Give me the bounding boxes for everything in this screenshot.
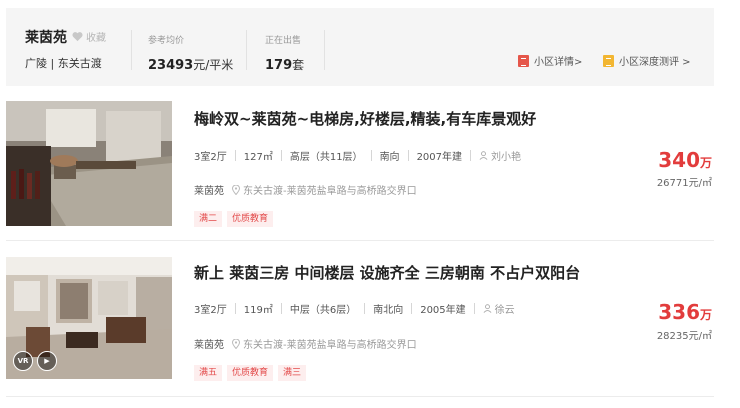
- listing-address: 东关古渡-莱茵苑盐阜路与高桥路交界口: [243, 340, 417, 351]
- listing-tags: 满二 优质教育: [194, 211, 274, 227]
- listing-specs: 3室2厅 127㎡ 高层（共11层） 南向 2007年建 刘小艳: [194, 148, 529, 163]
- listing-community[interactable]: 莱茵苑: [194, 182, 224, 197]
- community-detail-link[interactable]: 小区详情>: [518, 53, 582, 68]
- tag: 满三: [278, 365, 307, 381]
- media-badges: VR ▶: [13, 351, 57, 371]
- favorite-label: 收藏: [86, 33, 106, 44]
- header-divider: [131, 30, 132, 70]
- spec-floor: 高层（共11层）: [289, 152, 363, 163]
- unit-price: 28235元/㎡: [656, 331, 712, 342]
- location-pin-icon: [232, 338, 240, 349]
- total-price: 340万: [658, 148, 712, 172]
- person-icon: [483, 304, 492, 313]
- tag: 满二: [194, 211, 223, 227]
- spec-orientation: 南向: [379, 152, 400, 163]
- listing-specs: 3室2厅 119㎡ 中层（共6层） 南北向 2005年建 徐云: [194, 301, 523, 316]
- listing-photo[interactable]: VR ▶: [6, 257, 172, 379]
- avg-price-label: 参考均价: [148, 36, 185, 46]
- community-area: 广陵 | 东关古渡: [25, 57, 102, 70]
- spec-size: 127㎡: [243, 152, 273, 163]
- spec-layout: 3室2厅: [194, 305, 227, 316]
- header-divider: [246, 30, 247, 70]
- living-room-photo: [6, 101, 172, 226]
- video-play-icon[interactable]: ▶: [37, 351, 57, 371]
- unit-price: 26771元/㎡: [656, 178, 712, 189]
- person-icon: [479, 151, 488, 160]
- on-sale-label: 正在出售: [265, 36, 302, 46]
- listing-community[interactable]: 莱茵苑: [194, 336, 224, 351]
- heart-icon: [72, 32, 83, 42]
- spec-floor: 中层（共6层）: [289, 305, 357, 316]
- listing-address: 东关古渡-莱茵苑盐阜路与高桥路交界口: [243, 186, 417, 197]
- favorite-button[interactable]: 收藏: [72, 29, 106, 44]
- on-sale-value: 179套: [265, 58, 305, 73]
- listing-item[interactable]: VR ▶ 新上 莱茵三房 中间楼层 设施齐全 三房朝南 不占户双阳台 3室2厅 …: [6, 257, 714, 397]
- avg-price-value: 23493元/平米: [148, 58, 234, 73]
- listing-tags: 满五 优质教育 满三: [194, 365, 307, 381]
- spec-layout: 3室2厅: [194, 152, 227, 163]
- listing-title[interactable]: 梅岭双~莱茵苑~电梯房,好楼层,精装,有车库景观好: [194, 108, 536, 129]
- listing-divider: [6, 396, 714, 397]
- spec-year: 2007年建: [416, 152, 463, 163]
- tag: 优质教育: [227, 211, 274, 227]
- location-pin-icon: [232, 184, 240, 195]
- community-header: 莱茵苑 收藏 广陵 | 东关古渡 参考均价 23493元/平米 正在出售 179…: [6, 8, 714, 86]
- listing-location: 莱茵苑 东关古渡-莱茵苑盐阜路与高桥路交界口: [194, 182, 417, 197]
- community-name[interactable]: 莱茵苑: [25, 27, 67, 47]
- listing-item[interactable]: 梅岭双~莱茵苑~电梯房,好楼层,精装,有车库景观好 3室2厅 127㎡ 高层（共…: [6, 101, 714, 241]
- review-doc-icon: [603, 54, 614, 67]
- vr-badge[interactable]: VR: [13, 351, 33, 371]
- tag: 优质教育: [227, 365, 274, 381]
- header-divider: [324, 30, 325, 70]
- spec-orientation: 南北向: [373, 305, 404, 316]
- listing-divider: [6, 240, 714, 241]
- spec-year: 2005年建: [420, 305, 466, 316]
- spec-size: 119㎡: [243, 305, 273, 316]
- listing-location: 莱茵苑 东关古渡-莱茵苑盐阜路与高桥路交界口: [194, 336, 417, 351]
- total-price: 336万: [658, 300, 712, 324]
- agent[interactable]: 刘小艳: [471, 148, 529, 163]
- listing-photo[interactable]: [6, 101, 172, 226]
- tag: 满五: [194, 365, 223, 381]
- community-review-link[interactable]: 小区深度测评 >: [603, 53, 691, 68]
- detail-doc-icon: [518, 54, 529, 67]
- listing-title[interactable]: 新上 莱茵三房 中间楼层 设施齐全 三房朝南 不占户双阳台: [194, 262, 580, 283]
- agent[interactable]: 徐云: [475, 301, 523, 316]
